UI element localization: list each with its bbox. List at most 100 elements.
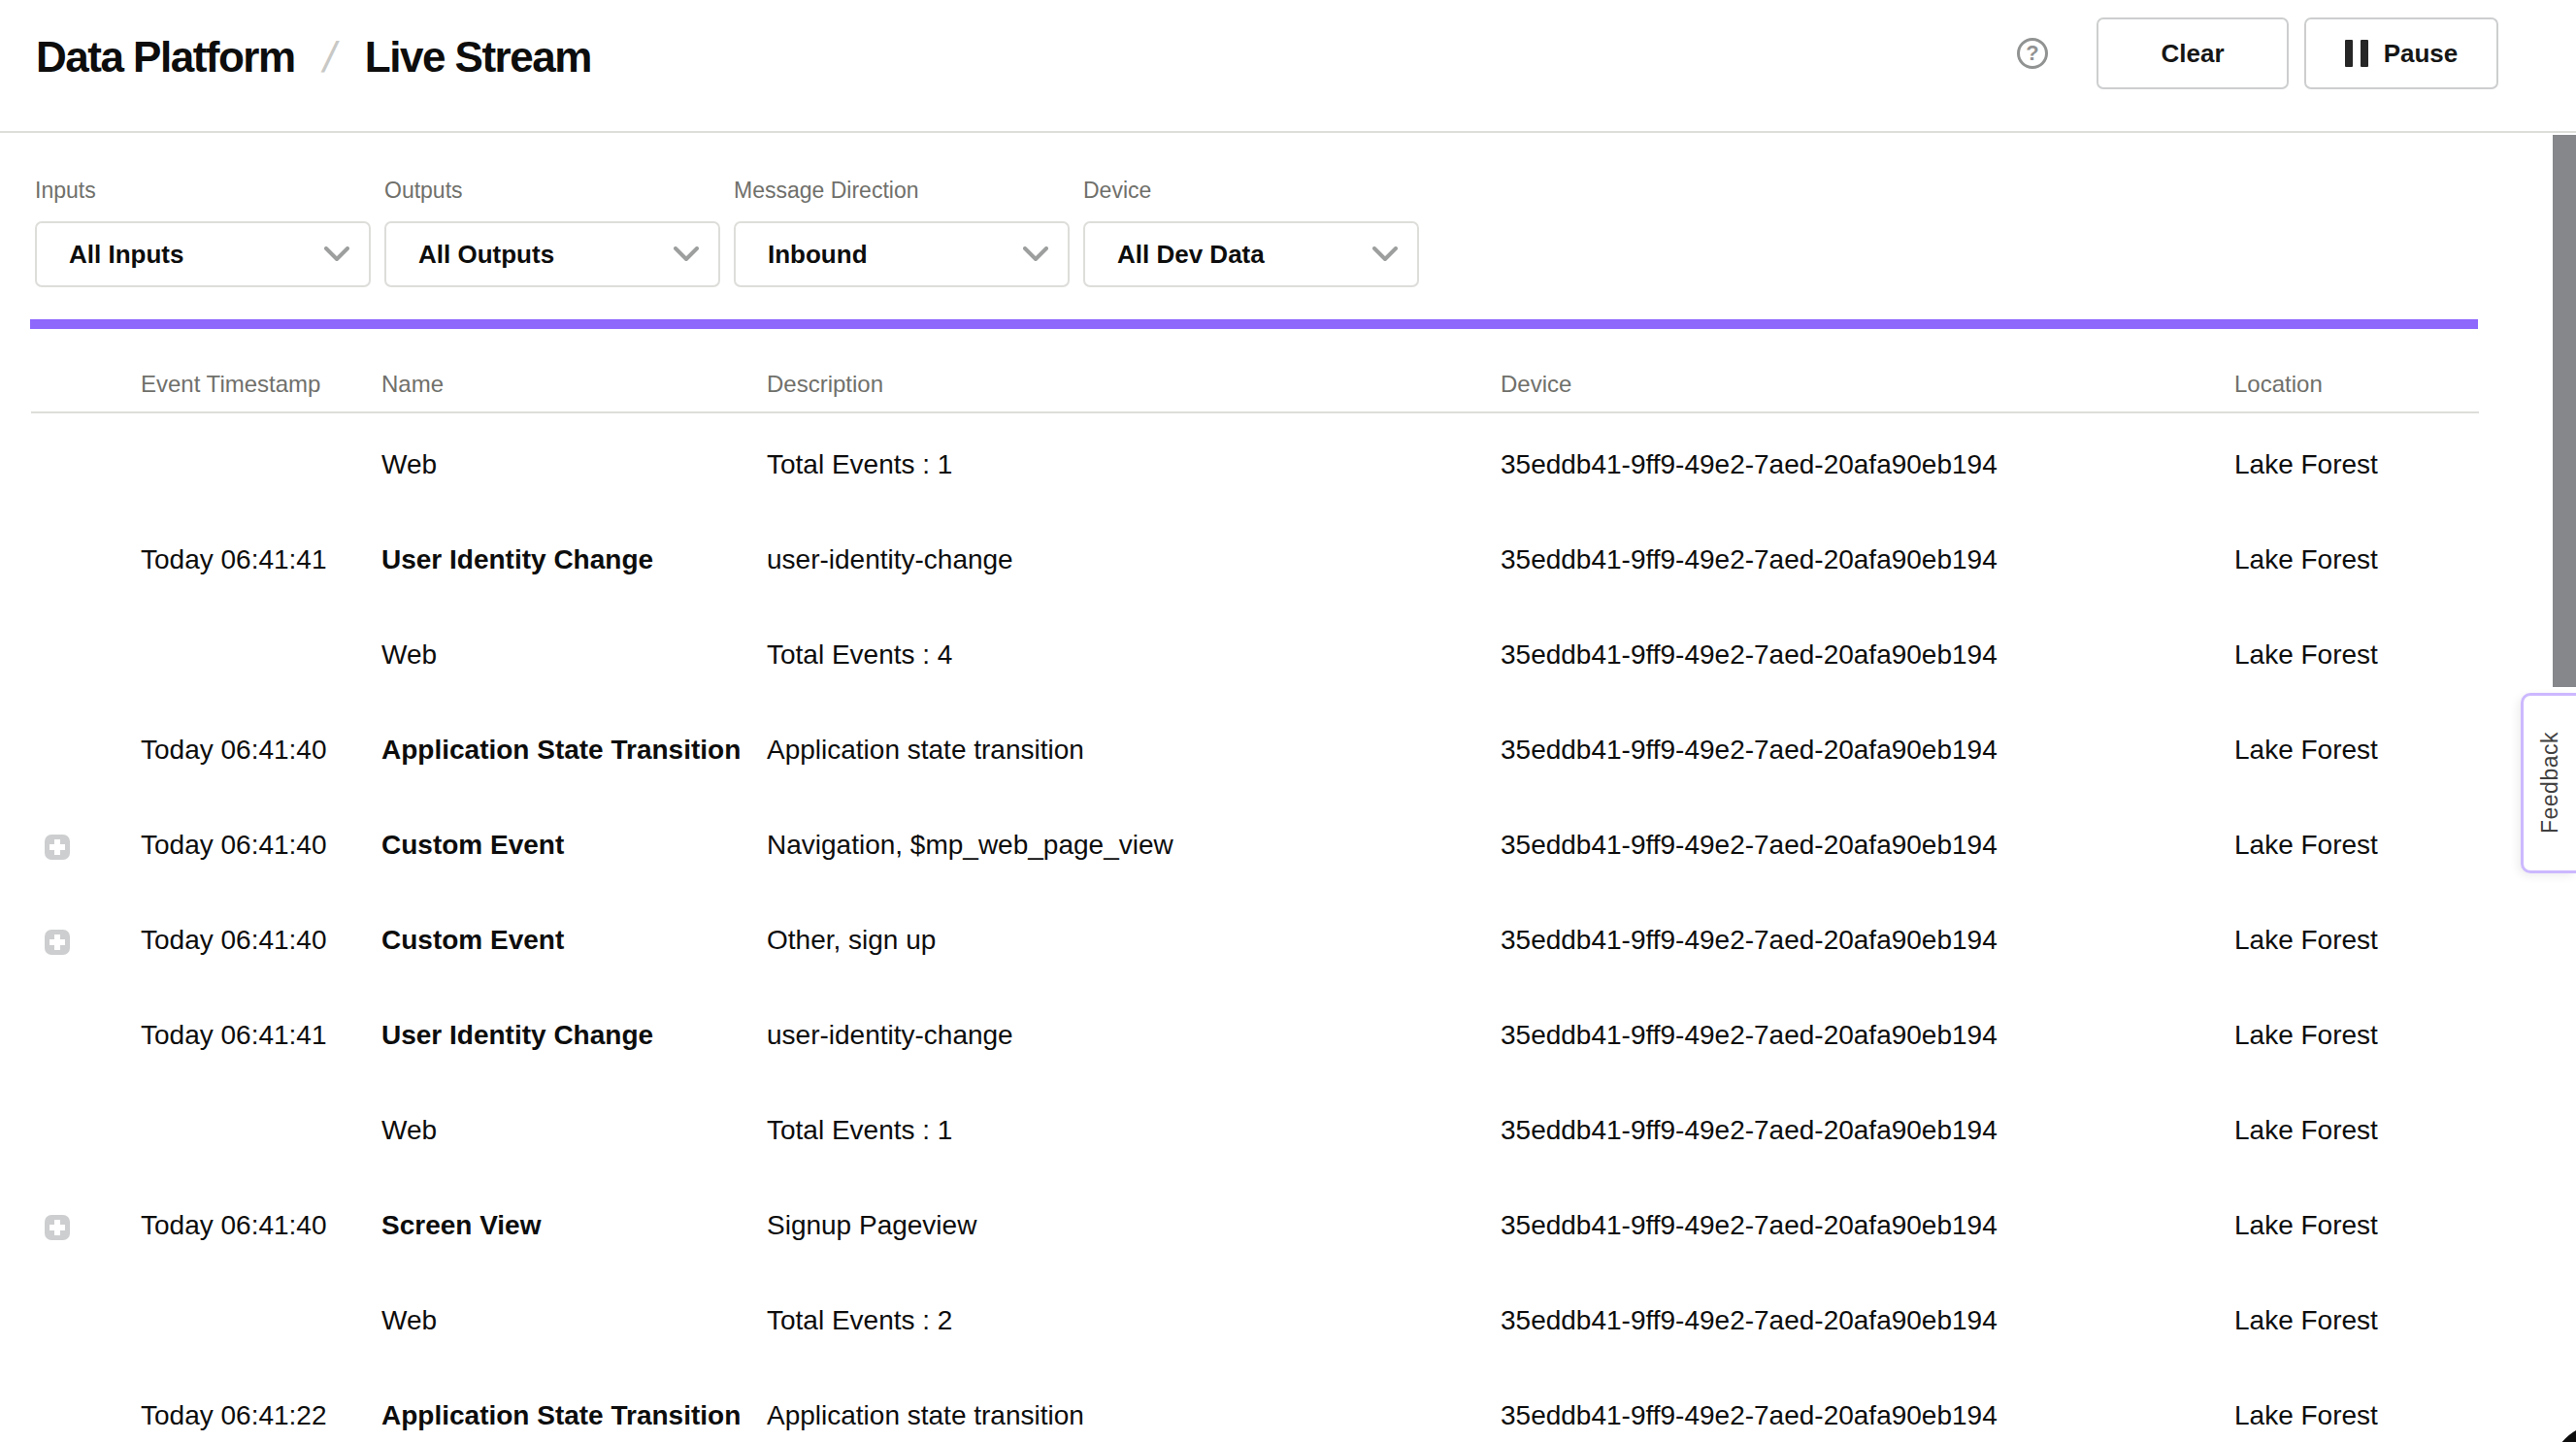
help-icon[interactable]: ? [2017, 38, 2048, 69]
cell-location: Lake Forest [2234, 1305, 2378, 1336]
table-row: WebTotal Events : 135eddb41-9ff9-49e2-7a… [31, 1083, 2479, 1178]
table-row: Today 06:41:40 Custom Event Navigation, $m… [31, 798, 2479, 893]
chevron-down-icon [1023, 246, 1048, 262]
cell-description: Total Events : 1 [767, 449, 952, 480]
expand-cell [45, 925, 70, 956]
cell-name: Application State Transition [381, 735, 741, 766]
cell-device: 35eddb41-9ff9-49e2-7aed-20afa90eb194 [1501, 1305, 1998, 1336]
clear-button[interactable]: Clear [2097, 17, 2289, 89]
cell-device: 35eddb41-9ff9-49e2-7aed-20afa90eb194 [1501, 449, 1998, 480]
cell-event-timestamp: Today 06:41:40 [141, 735, 327, 766]
chat-bubble-partial[interactable] [2551, 1425, 2576, 1442]
column-header-description: Description [767, 371, 883, 398]
cell-description: Application state transition [767, 735, 1084, 766]
filter-label: Device [1083, 178, 1419, 204]
cell-name: Screen View [381, 1210, 541, 1241]
filter-inputs: Inputs All Inputs [35, 178, 371, 287]
filter-label: Message Direction [734, 178, 1070, 204]
cell-name: Web [381, 1305, 437, 1336]
filter-select[interactable]: All Outputs [384, 221, 720, 287]
events-table: Event Timestamp Name Description Device … [31, 329, 2479, 1442]
cell-device: 35eddb41-9ff9-49e2-7aed-20afa90eb194 [1501, 830, 1998, 861]
cell-name: User Identity Change [381, 544, 653, 575]
cell-location: Lake Forest [2234, 1210, 2378, 1241]
expand-cell [45, 1210, 70, 1241]
filter-select[interactable]: All Dev Data [1083, 221, 1419, 287]
app-header: Data Platform / Live Stream ? Clear Paus… [0, 0, 2576, 133]
cell-name: Custom Event [381, 830, 564, 861]
cell-location: Lake Forest [2234, 449, 2378, 480]
table-row: Web Total Events : 1 35eddb41-9ff9-49e2-7a… [31, 417, 2479, 512]
filter-select[interactable]: Inbound [734, 221, 1070, 287]
cell-device: 35eddb41-9ff9-49e2-7aed-20afa90eb194 [1501, 544, 1998, 575]
cell-description: Total Events : 4 [767, 639, 952, 671]
expand-row-icon[interactable] [45, 835, 70, 860]
column-header-event-timestamp: Event Timestamp [141, 371, 320, 398]
cell-name: Web [381, 1115, 437, 1146]
table-row: Today 06:41:40Custom EventOther, sign up… [31, 893, 2479, 988]
filter-select[interactable]: All Inputs [35, 221, 371, 287]
cell-device: 35eddb41-9ff9-49e2-7aed-20afa90eb194 [1501, 639, 1998, 671]
cell-device: 35eddb41-9ff9-49e2-7aed-20afa90eb194 [1501, 925, 1998, 956]
table-row: Web Total Events : 2 35eddb41-9ff9-49e2-7a… [31, 1273, 2479, 1368]
cell-description: Application state transition [767, 1400, 1084, 1431]
filter-selected-value: All Inputs [69, 240, 324, 270]
cell-description: Signup Pageview [767, 1210, 976, 1241]
expand-cell [45, 830, 70, 861]
live-stream-progress-bar [30, 319, 2478, 329]
table-header-row: Event Timestamp Name Description Device … [31, 329, 2479, 413]
chevron-down-icon [1372, 246, 1398, 262]
column-header-name: Name [381, 371, 444, 398]
cell-description: Other, sign up [767, 925, 936, 956]
breadcrumb: Data Platform / Live Stream [36, 0, 591, 115]
cell-name: User Identity Change [381, 1020, 653, 1051]
breadcrumb-parent[interactable]: Data Platform [36, 33, 295, 82]
table-body: Web Total Events : 1 35eddb41-9ff9-49e2-7a… [31, 413, 2479, 1442]
table-row: Today 06:41:22 Application State Transiti… [31, 1368, 2479, 1442]
filter-selected-value: All Outputs [418, 240, 674, 270]
header-actions: ? Clear Pause [2017, 0, 2498, 107]
filter-bar: Inputs All Inputs Outputs All Outputs Messag… [35, 178, 1419, 287]
cell-location: Lake Forest [2234, 544, 2378, 575]
cell-event-timestamp: Today 06:41:41 [141, 1020, 327, 1051]
feedback-tab-label: Feedback [2537, 732, 2563, 834]
cell-event-timestamp: Today 06:41:40 [141, 925, 327, 956]
cell-name: Application State Transition [381, 1400, 741, 1431]
cell-device: 35eddb41-9ff9-49e2-7aed-20afa90eb194 [1501, 735, 1998, 766]
page-title: Live Stream [365, 33, 591, 82]
cell-event-timestamp: Today 06:41:22 [141, 1400, 327, 1431]
chevron-down-icon [324, 246, 349, 262]
filter-device: Device All Dev Data [1083, 178, 1419, 287]
cell-device: 35eddb41-9ff9-49e2-7aed-20afa90eb194 [1501, 1115, 1998, 1146]
chevron-down-icon [674, 246, 699, 262]
column-header-location: Location [2234, 371, 2323, 398]
pause-icon [2345, 40, 2368, 67]
cell-description: Navigation, $mp_web_page_view [767, 830, 1173, 861]
cell-name: Web [381, 639, 437, 671]
cell-event-timestamp: Today 06:41:40 [141, 830, 327, 861]
cell-event-timestamp: Today 06:41:40 [141, 1210, 327, 1241]
cell-location: Lake Forest [2234, 1115, 2378, 1146]
cell-location: Lake Forest [2234, 925, 2378, 956]
cell-description: user-identity-change [767, 1020, 1013, 1051]
table-row: Today 06:41:40 Application State Transiti… [31, 703, 2479, 798]
cell-device: 35eddb41-9ff9-49e2-7aed-20afa90eb194 [1501, 1020, 1998, 1051]
cell-device: 35eddb41-9ff9-49e2-7aed-20afa90eb194 [1501, 1400, 1998, 1431]
table-row: Today 06:41:41 User Identity Change user-i… [31, 988, 2479, 1083]
cell-description: Total Events : 2 [767, 1305, 952, 1336]
filter-label: Outputs [384, 178, 720, 204]
table-row: Today 06:41:40 Screen View Signup Pageview… [31, 1178, 2479, 1273]
filter-label: Inputs [35, 178, 371, 204]
vertical-scrollbar-thumb[interactable] [2553, 135, 2576, 687]
expand-row-icon[interactable] [45, 930, 70, 955]
filter-selected-value: All Dev Data [1117, 240, 1372, 270]
cell-name: Web [381, 449, 437, 480]
table-row: Web Total Events : 4 35eddb41-9ff9-49e2-7a… [31, 607, 2479, 703]
expand-row-icon[interactable] [45, 1215, 70, 1240]
feedback-tab[interactable]: Feedback [2521, 693, 2576, 873]
pause-button[interactable]: Pause [2304, 17, 2498, 89]
cell-event-timestamp: Today 06:41:41 [141, 544, 327, 575]
column-header-device: Device [1501, 371, 1571, 398]
table-row: Today 06:41:41User Identity Changeuser-i… [31, 512, 2479, 607]
cell-location: Lake Forest [2234, 1020, 2378, 1051]
